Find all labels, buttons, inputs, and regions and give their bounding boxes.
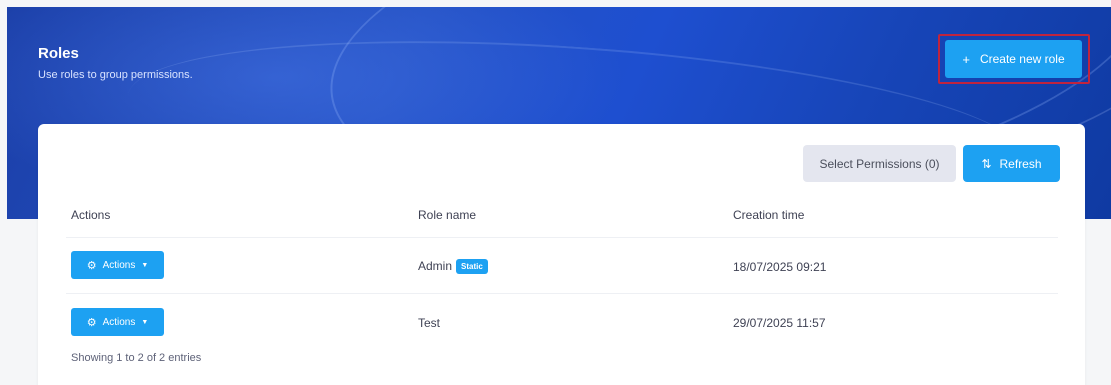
refresh-button[interactable]: ⇅ Refresh — [963, 145, 1060, 182]
role-name: Admin — [418, 259, 453, 273]
row-divider — [66, 237, 1058, 238]
refresh-label: Refresh — [999, 156, 1042, 171]
role-name-cell: Admin Static — [418, 259, 488, 274]
create-new-role-label: Create new role — [979, 52, 1065, 66]
gear-icon: ⚙ — [86, 316, 97, 329]
caret-down-icon: ▼ — [141, 261, 149, 269]
page-title: Roles — [38, 45, 79, 62]
refresh-icon: ⇅ — [981, 156, 992, 171]
select-permissions-button[interactable]: Select Permissions (0) — [803, 145, 956, 182]
row-actions-label: Actions — [102, 316, 136, 328]
select-permissions-label: Select Permissions (0) — [819, 156, 940, 171]
row-actions-button[interactable]: ⚙ Actions ▼ — [71, 308, 164, 336]
column-header-role-name[interactable]: Role name — [418, 208, 476, 222]
role-name-cell: Test — [418, 316, 441, 330]
static-badge: Static — [456, 259, 488, 274]
row-actions-label: Actions — [102, 259, 136, 271]
creation-time-cell: 29/07/2025 11:57 — [733, 316, 826, 330]
row-divider — [66, 293, 1058, 294]
gear-icon: ⚙ — [86, 259, 97, 272]
create-new-role-button[interactable]: + Create new role — [945, 40, 1082, 78]
caret-down-icon: ▼ — [141, 318, 149, 326]
creation-time-cell: 18/07/2025 09:21 — [733, 260, 827, 274]
plus-icon: + — [962, 51, 970, 67]
column-header-creation-time[interactable]: Creation time — [733, 208, 804, 222]
roles-card: Select Permissions (0) ⇅ Refresh Actions… — [38, 124, 1085, 385]
entries-info: Showing 1 to 2 of 2 entries — [71, 352, 202, 364]
row-actions-button[interactable]: ⚙ Actions ▼ — [71, 251, 164, 279]
column-header-actions[interactable]: Actions — [71, 208, 110, 222]
page-subtitle: Use roles to group permissions. — [38, 69, 193, 81]
